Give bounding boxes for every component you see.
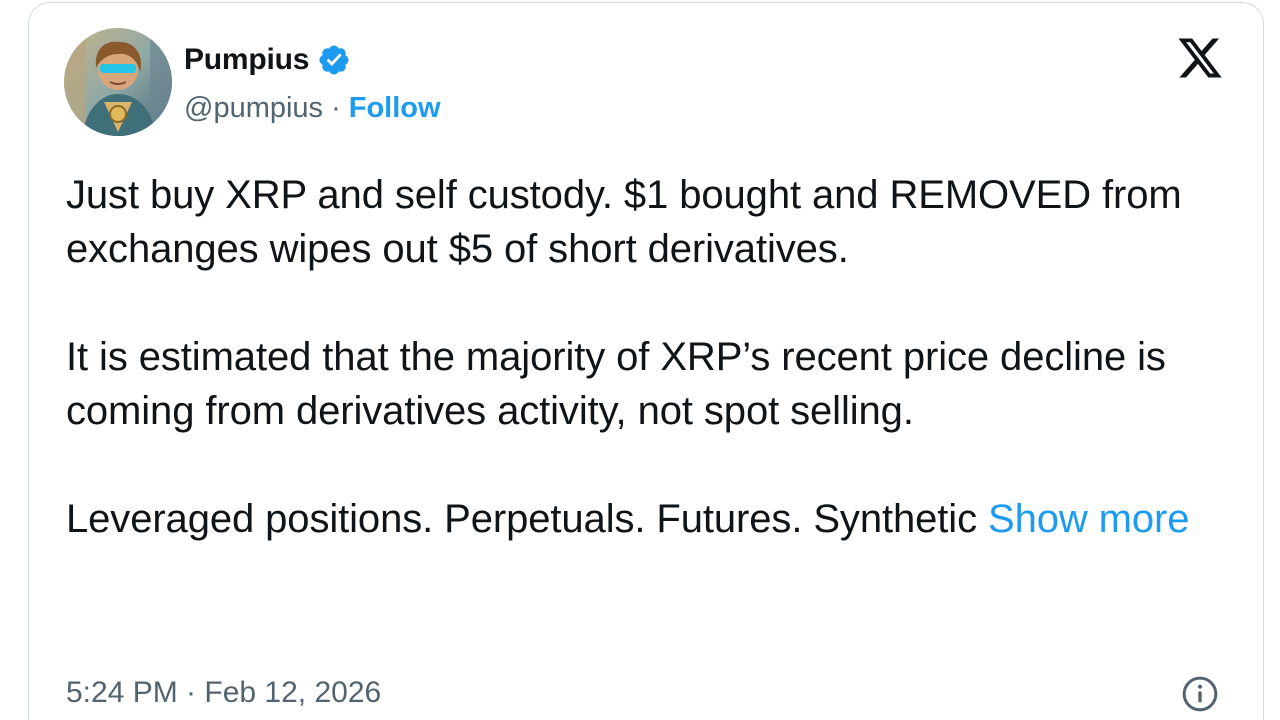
show-more-link[interactable]: Show more	[988, 497, 1190, 541]
avatar[interactable]	[64, 28, 172, 136]
author-handle[interactable]: @pumpius	[184, 92, 323, 125]
author-handle-row: @pumpius · Follow	[184, 88, 441, 128]
tweet-text: Just buy XRP and self custody. $1 bought…	[66, 168, 1216, 546]
follow-button[interactable]: Follow	[349, 92, 441, 125]
tweet-paragraph-text: Leveraged positions. Perpetuals. Futures…	[66, 497, 977, 541]
tweet-paragraph-last: Leveraged positions. Perpetuals. Futures…	[66, 492, 1216, 546]
tweet-paragraph: Just buy XRP and self custody. $1 bought…	[66, 173, 1182, 271]
tweet-paragraph: It is estimated that the majority of XRP…	[66, 335, 1166, 433]
tweet-timestamp[interactable]: 5:24 PM · Feb 12, 2026	[66, 673, 381, 713]
avatar-image	[64, 28, 172, 136]
info-icon[interactable]	[1180, 674, 1220, 714]
verified-badge-icon	[317, 43, 351, 77]
author-display-name[interactable]: Pumpius	[184, 43, 309, 77]
x-logo-icon[interactable]	[1176, 34, 1224, 82]
author-name-row: Pumpius	[184, 40, 351, 80]
handle-separator: ·	[331, 91, 341, 124]
